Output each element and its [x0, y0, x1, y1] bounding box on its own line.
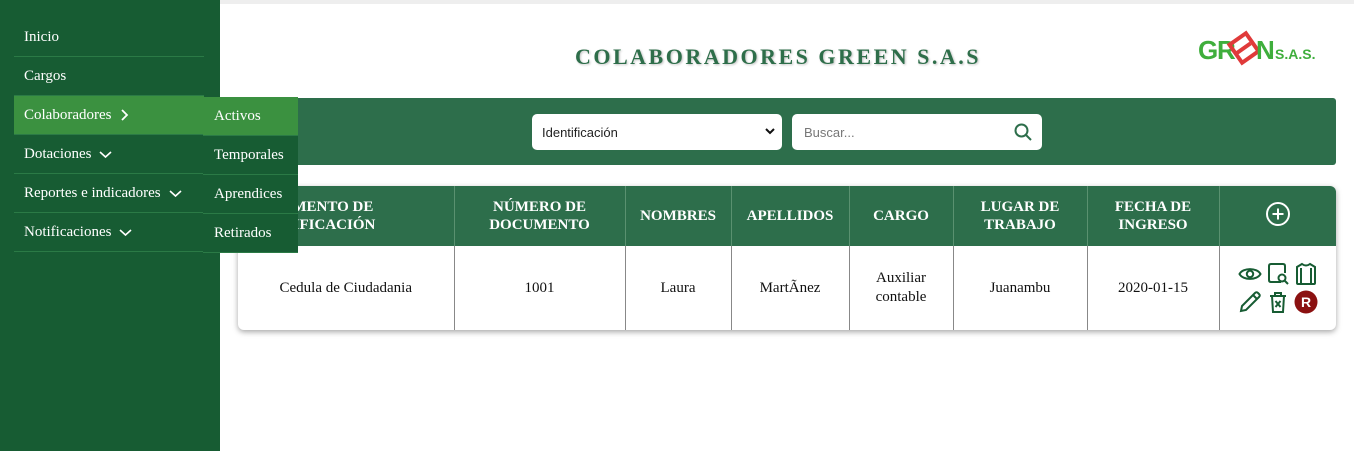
sidebar-item-label: Cargos	[24, 67, 67, 84]
sidebar-item-label: Reportes e indicadores	[24, 184, 161, 201]
cell-lugar: Juanambu	[953, 246, 1088, 330]
chevron-down-icon	[99, 149, 113, 159]
sidebar-item-dotaciones[interactable]: Dotaciones	[14, 135, 204, 174]
table-header-row: DOCUMENTO DE IDENTIFICACIÓN NÚMERO DE DO…	[238, 186, 1336, 246]
colaboradores-submenu: Activos Temporales Aprendices Retirados	[203, 97, 298, 253]
sidebar-item-inicio[interactable]: Inicio	[14, 18, 204, 57]
sidebar-item-label: Notificaciones	[24, 223, 112, 240]
page-title: COLABORADORES GREEN S.A.S	[575, 44, 982, 69]
submenu-item-retirados[interactable]: Retirados	[203, 214, 298, 253]
cell-cargo: Auxiliar contable	[849, 246, 954, 330]
svg-text:R: R	[1301, 294, 1311, 310]
green-logo: G R N S.A.S.	[1198, 30, 1315, 66]
submenu-item-label: Activos	[214, 107, 261, 124]
search-placeholder: Buscar...	[804, 124, 855, 140]
column-header[interactable]: APELLIDOS	[731, 186, 850, 246]
shirt-icon[interactable]	[1294, 262, 1318, 286]
cell-numero: 1001	[454, 246, 626, 330]
cell-nombres: Laura	[625, 246, 732, 330]
svg-text:S.A.S.: S.A.S.	[1275, 46, 1315, 62]
filter-select[interactable]: Identificación	[532, 114, 782, 150]
svg-text:G: G	[1198, 35, 1218, 65]
submenu-item-aprendices[interactable]: Aprendices	[203, 175, 298, 214]
chevron-down-icon	[764, 125, 776, 140]
search-document-icon[interactable]	[1266, 262, 1290, 286]
submenu-item-temporales[interactable]: Temporales	[203, 136, 298, 175]
submenu-item-label: Aprendices	[214, 185, 283, 202]
sidebar-item-notificaciones[interactable]: Notificaciones	[14, 213, 204, 252]
delete-icon[interactable]	[1266, 290, 1290, 314]
cell-documento: Cedula de Ciudadania	[238, 246, 455, 330]
cell-apellidos: MartÃnez	[731, 246, 850, 330]
column-header[interactable]: NOMBRES	[625, 186, 732, 246]
search-icon[interactable]	[1013, 122, 1033, 145]
filter-toolbar: Identificación Buscar...	[238, 98, 1336, 165]
search-input[interactable]: Buscar...	[792, 114, 1042, 150]
eye-icon[interactable]	[1238, 262, 1262, 286]
pencil-icon[interactable]	[1238, 290, 1262, 314]
chevron-down-icon	[169, 188, 182, 198]
add-button[interactable]	[1219, 186, 1336, 246]
cell-actions: R	[1219, 246, 1336, 330]
sidebar-item-label: Colaboradores	[24, 106, 112, 123]
sidebar: Inicio Cargos Colaboradores Dotaciones R…	[0, 0, 220, 451]
column-header[interactable]: CARGO	[849, 186, 954, 246]
table-row: Cedula de Ciudadania 1001 Laura MartÃnez…	[238, 246, 1336, 330]
column-header[interactable]: LUGAR DE TRABAJO	[953, 186, 1088, 246]
collaborators-table: DOCUMENTO DE IDENTIFICACIÓN NÚMERO DE DO…	[238, 186, 1336, 330]
submenu-item-label: Temporales	[214, 146, 284, 163]
sidebar-item-colaboradores[interactable]: Colaboradores	[14, 96, 204, 135]
filter-select-value: Identificación	[542, 124, 618, 140]
submenu-item-label: Retirados	[214, 224, 272, 241]
chevron-right-icon	[119, 109, 129, 121]
chevron-down-icon	[119, 227, 133, 237]
r-badge-icon[interactable]: R	[1294, 290, 1318, 314]
plus-circle-icon	[1265, 201, 1290, 226]
column-header[interactable]: NÚMERO DE DOCUMENTO	[454, 186, 626, 246]
sidebar-item-reportes[interactable]: Reportes e indicadores	[14, 174, 204, 213]
column-header[interactable]: FECHA DE INGRESO	[1087, 186, 1220, 246]
svg-text:N: N	[1256, 35, 1275, 65]
sidebar-item-cargos[interactable]: Cargos	[14, 57, 204, 96]
sidebar-item-label: Dotaciones	[24, 145, 92, 162]
sidebar-item-label: Inicio	[24, 28, 59, 45]
submenu-item-activos[interactable]: Activos	[203, 97, 298, 136]
cell-fecha: 2020-01-15	[1087, 246, 1220, 330]
top-border	[220, 0, 1354, 4]
